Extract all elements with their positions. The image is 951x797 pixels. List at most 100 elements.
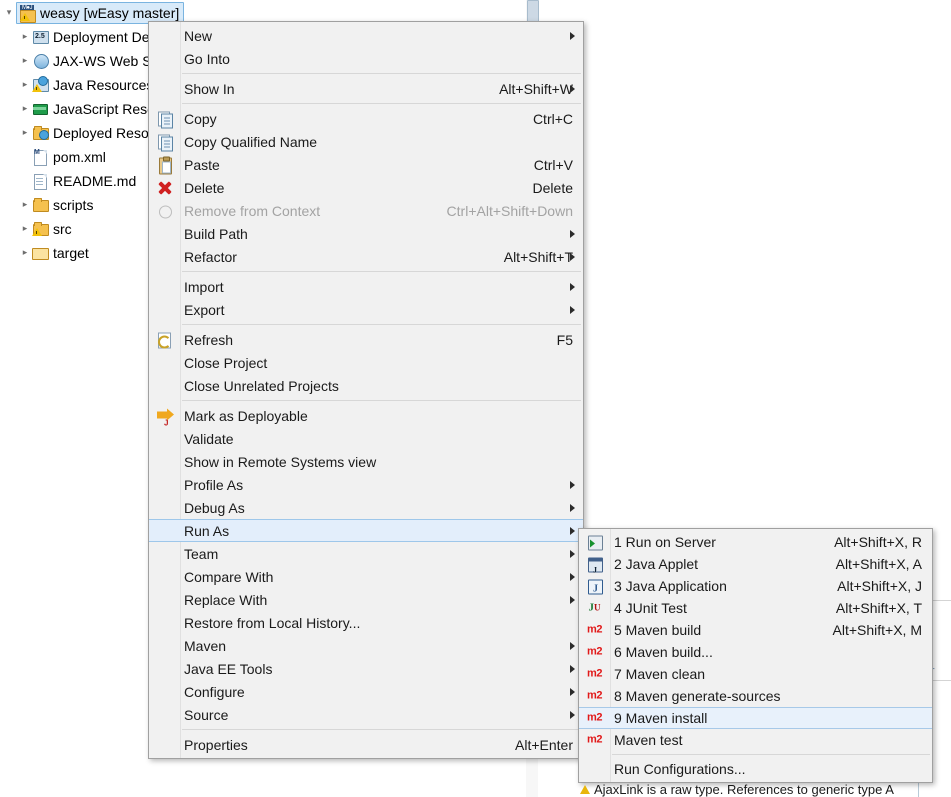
- run-as-submenu[interactable]: 1 Run on Server Alt+Shift+X, R 2 Java Ap…: [578, 528, 933, 783]
- paste-icon: [156, 156, 173, 173]
- expand-arrow-icon[interactable]: ▸: [18, 193, 32, 216]
- tree-item-pom-xml[interactable]: M pom.xml: [32, 145, 106, 168]
- menu-item-label: Team: [184, 546, 218, 562]
- menu-item-close-unrelated-projects[interactable]: Close Unrelated Projects: [149, 374, 583, 397]
- menu-item-restore-from-local-history[interactable]: Restore from Local History...: [149, 611, 583, 634]
- menu-item-maven[interactable]: Maven: [149, 634, 583, 657]
- submenu-arrow-icon: [570, 688, 575, 696]
- submenu-item-maven-clean[interactable]: m2 7 Maven clean: [579, 663, 932, 685]
- submenu-item-maven-install[interactable]: m2 9 Maven install: [579, 707, 932, 729]
- submenu-item-accel: Alt+Shift+X, T: [816, 600, 922, 616]
- submenu-item-label: Maven test: [614, 732, 682, 748]
- menu-item-accel: Delete: [511, 180, 573, 196]
- menu-item-label: Restore from Local History...: [184, 615, 360, 631]
- menu-item-configure[interactable]: Configure: [149, 680, 583, 703]
- submenu-arrow-icon: [570, 642, 575, 650]
- menu-item-team[interactable]: Team: [149, 542, 583, 565]
- run-on-server-icon: [586, 534, 603, 551]
- submenu-item-maven-build[interactable]: m2 5 Maven build Alt+Shift+X, M: [579, 619, 932, 641]
- menu-item-build-path[interactable]: Build Path: [149, 222, 583, 245]
- submenu-item-run-configurations[interactable]: Run Configurations...: [579, 758, 932, 780]
- menu-item-mark-as-deployable[interactable]: J Mark as Deployable: [149, 404, 583, 427]
- menu-item-go-into[interactable]: Go Into: [149, 47, 583, 70]
- maven-icon: m2: [586, 710, 603, 727]
- menu-item-accel: Ctrl+Alt+Shift+Down: [425, 203, 573, 219]
- problem-warning-text: AjaxLink is a raw type. References to ge…: [594, 782, 894, 797]
- expand-arrow-icon[interactable]: ▾: [2, 1, 16, 24]
- menu-item-label: Source: [184, 707, 228, 723]
- menu-item-show-in[interactable]: Show In Alt+Shift+W: [149, 77, 583, 100]
- menu-item-accel: Alt+Shift+T: [482, 249, 573, 265]
- java-resources-icon: [32, 76, 49, 93]
- expand-arrow-icon[interactable]: ▸: [18, 241, 32, 264]
- submenu-arrow-icon: [570, 306, 575, 314]
- submenu-arrow-icon: [570, 711, 575, 719]
- copy-icon: [156, 110, 173, 127]
- submenu-arrow-icon: [570, 32, 575, 40]
- menu-item-label: Remove from Context: [184, 203, 320, 219]
- menu-item-label: Mark as Deployable: [184, 408, 308, 424]
- menu-item-profile-as[interactable]: Profile As: [149, 473, 583, 496]
- menu-item-delete[interactable]: Delete Delete: [149, 176, 583, 199]
- menu-item-refactor[interactable]: Refactor Alt+Shift+T: [149, 245, 583, 268]
- context-menu[interactable]: New Go Into Show In Alt+Shift+W Copy Ctr…: [148, 21, 584, 759]
- menu-item-label: Export: [184, 302, 224, 318]
- menu-item-label: Paste: [184, 157, 220, 173]
- menu-item-refresh[interactable]: Refresh F5: [149, 328, 583, 351]
- menu-item-replace-with[interactable]: Replace With: [149, 588, 583, 611]
- menu-item-run-as[interactable]: Run As: [149, 519, 583, 542]
- menu-item-accel: Alt+Enter: [493, 737, 573, 753]
- tree-item-label: scripts: [53, 197, 93, 213]
- menu-item-label: New: [184, 28, 212, 44]
- problem-warning-row[interactable]: AjaxLink is a raw type. References to ge…: [578, 782, 951, 797]
- menu-item-show-in-remote-systems-view[interactable]: Show in Remote Systems view: [149, 450, 583, 473]
- menu-item-properties[interactable]: Properties Alt+Enter: [149, 733, 583, 756]
- submenu-item-java-applet[interactable]: 2 Java Applet Alt+Shift+X, A: [579, 553, 932, 575]
- submenu-item-label: 2 Java Applet: [614, 556, 698, 572]
- menu-item-java-ee-tools[interactable]: Java EE Tools: [149, 657, 583, 680]
- menu-item-export[interactable]: Export: [149, 298, 583, 321]
- menu-item-paste[interactable]: Paste Ctrl+V: [149, 153, 583, 176]
- submenu-item-run-on-server[interactable]: 1 Run on Server Alt+Shift+X, R: [579, 531, 932, 553]
- menu-item-accel: F5: [535, 332, 573, 348]
- menu-item-import[interactable]: Import: [149, 275, 583, 298]
- menu-separator: [182, 73, 581, 74]
- submenu-item-java-application[interactable]: 3 Java Application Alt+Shift+X, J: [579, 575, 932, 597]
- warning-icon: [580, 785, 590, 794]
- submenu-item-maven-test[interactable]: m2 Maven test: [579, 729, 932, 751]
- maven-icon: m2: [586, 732, 603, 749]
- expand-arrow-icon[interactable]: ▸: [18, 25, 32, 48]
- expand-arrow-icon[interactable]: ▸: [18, 97, 32, 120]
- menu-item-source[interactable]: Source: [149, 703, 583, 726]
- maven-java-project-icon: M●J: [19, 4, 36, 21]
- menu-item-new[interactable]: New: [149, 24, 583, 47]
- refresh-icon: [156, 331, 173, 348]
- menu-item-compare-with[interactable]: Compare With: [149, 565, 583, 588]
- menu-item-label: Copy Qualified Name: [184, 134, 317, 150]
- submenu-item-label: 8 Maven generate-sources: [614, 688, 781, 704]
- tree-item-scripts[interactable]: ▸ scripts: [18, 193, 93, 216]
- expand-arrow-icon[interactable]: ▸: [18, 121, 32, 144]
- menu-item-label: Run As: [184, 523, 229, 539]
- submenu-item-maven-generate-sources[interactable]: m2 8 Maven generate-sources: [579, 685, 932, 707]
- expand-arrow-icon[interactable]: ▸: [18, 73, 32, 96]
- menu-item-close-project[interactable]: Close Project: [149, 351, 583, 374]
- menu-item-copy-qualified-name[interactable]: Copy Qualified Name: [149, 130, 583, 153]
- submenu-item-junit-test[interactable]: JU 4 JUnit Test Alt+Shift+X, T: [579, 597, 932, 619]
- submenu-item-maven-build-dialog[interactable]: m2 6 Maven build...: [579, 641, 932, 663]
- menu-item-validate[interactable]: Validate: [149, 427, 583, 450]
- expand-arrow-icon[interactable]: ▸: [18, 217, 32, 240]
- submenu-item-label: 3 Java Application: [614, 578, 727, 594]
- menu-item-copy[interactable]: Copy Ctrl+C: [149, 107, 583, 130]
- tree-item-readme[interactable]: README.md: [32, 169, 136, 192]
- submenu-item-accel: Alt+Shift+X, M: [813, 622, 922, 638]
- expand-arrow-icon[interactable]: ▸: [18, 49, 32, 72]
- submenu-item-label: 1 Run on Server: [614, 534, 716, 550]
- menu-item-debug-as[interactable]: Debug As: [149, 496, 583, 519]
- maven-icon: m2: [586, 622, 603, 639]
- delete-icon: [156, 179, 173, 196]
- tree-item-java-resources[interactable]: ▸ Java Resources: [18, 73, 153, 96]
- tree-item-target[interactable]: ▸ target: [18, 241, 89, 264]
- menu-item-label: Configure: [184, 684, 245, 700]
- tree-item-src[interactable]: ▸ src: [18, 217, 72, 240]
